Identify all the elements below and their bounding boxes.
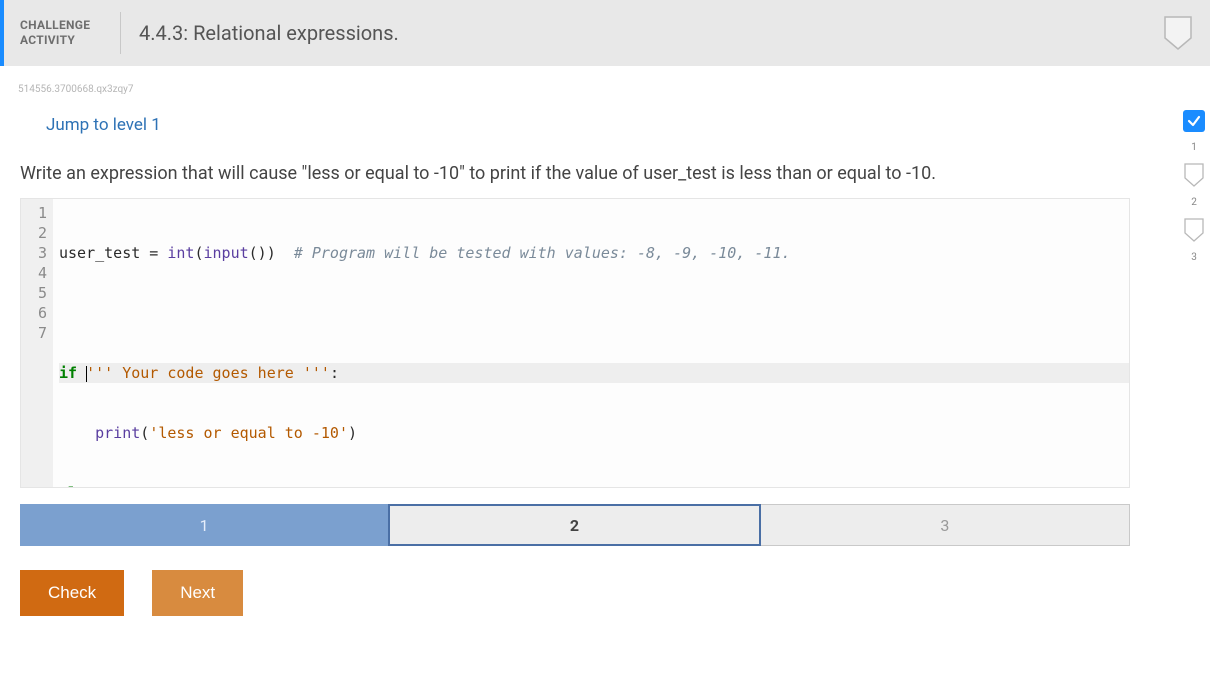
level-3-shield-icon: [1184, 218, 1204, 242]
step-bar: 1 2 3: [20, 504, 1130, 546]
tok: user_test: [59, 244, 140, 262]
tok: # Program will be tested with values: -8…: [294, 244, 791, 262]
main-content: 514556.3700668.qx3zqy7 Jump to level 1 W…: [0, 66, 1150, 634]
gutter-line: 5: [25, 283, 47, 303]
level-progress-column: 1 2 3: [1183, 110, 1205, 263]
check-button[interactable]: Check: [20, 570, 124, 616]
tok: ()): [249, 244, 294, 262]
gutter-line: 1: [25, 203, 47, 223]
activity-title: 4.4.3: Relational expressions.: [139, 21, 399, 45]
level-3-number: 3: [1191, 252, 1197, 263]
gutter-line: 4: [25, 263, 47, 283]
tok: else: [59, 484, 95, 488]
tok: input: [204, 244, 249, 262]
tok: =: [140, 244, 167, 262]
gutter-line: 6: [25, 303, 47, 323]
code-editor[interactable]: 1 2 3 4 5 6 7 user_test = int(input()) #…: [20, 198, 1130, 488]
header-label-line1: CHALLENGE: [20, 18, 110, 33]
tok: (: [140, 424, 149, 442]
check-icon: [1187, 114, 1201, 128]
tok: int: [167, 244, 194, 262]
challenge-header: CHALLENGE ACTIVITY 4.4.3: Relational exp…: [0, 0, 1210, 66]
code-line-4[interactable]: print('less or equal to -10'): [59, 423, 1129, 443]
tok: :: [95, 484, 104, 488]
gutter-line: 7: [25, 323, 47, 343]
level-1-done-badge: [1183, 110, 1205, 132]
level-1-number: 1: [1191, 142, 1197, 153]
tok: if: [59, 364, 86, 382]
gutter-line: 3: [25, 243, 47, 263]
step-3[interactable]: 3: [761, 504, 1130, 546]
tok: [59, 424, 95, 442]
code-line-1[interactable]: user_test = int(input()) # Program will …: [59, 243, 1129, 263]
button-row: Check Next: [20, 570, 1130, 616]
gutter-line: 2: [25, 223, 47, 243]
level-2-number: 2: [1191, 197, 1197, 208]
editor-gutter: 1 2 3 4 5 6 7: [21, 199, 53, 487]
tok: :: [330, 364, 339, 382]
code-line-5[interactable]: else:: [59, 483, 1129, 488]
step-2[interactable]: 2: [388, 504, 760, 546]
tok: ''' Your code goes here ''': [86, 364, 330, 382]
code-line-2[interactable]: [59, 303, 1129, 323]
code-line-3[interactable]: if ''' Your code goes here ''':: [59, 363, 1129, 383]
header-label: CHALLENGE ACTIVITY: [20, 18, 110, 48]
jump-to-level-link[interactable]: Jump to level 1: [46, 115, 161, 135]
tok: (: [194, 244, 203, 262]
header-label-line2: ACTIVITY: [20, 33, 110, 48]
session-id-text: 514556.3700668.qx3zqy7: [18, 84, 1130, 95]
step-1[interactable]: 1: [20, 504, 388, 546]
prompt-text: Write an expression that will cause "les…: [20, 163, 1130, 184]
code-area[interactable]: user_test = int(input()) # Program will …: [53, 199, 1129, 487]
tok: ): [348, 424, 357, 442]
next-button[interactable]: Next: [152, 570, 243, 616]
header-divider: [120, 12, 121, 54]
tok: 'less or equal to -10': [149, 424, 348, 442]
shield-icon: [1164, 16, 1192, 50]
level-2-shield-icon: [1184, 163, 1204, 187]
tok: print: [95, 424, 140, 442]
